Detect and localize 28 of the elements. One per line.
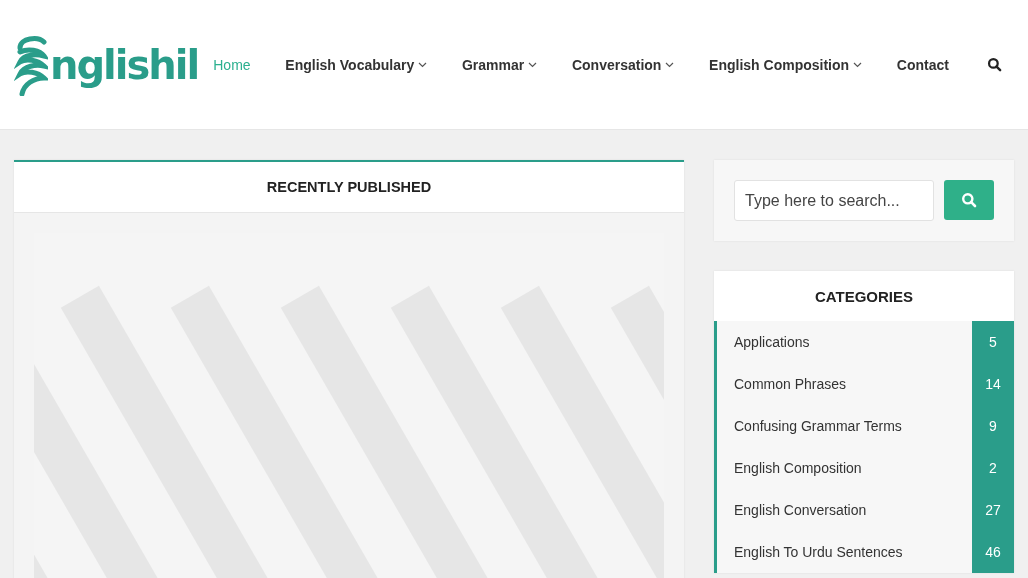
widget-heading: CATEGORIES (813, 286, 915, 307)
logo-icon (14, 33, 48, 96)
post-count: 27 (972, 489, 1014, 531)
nav-link[interactable]: English Composition (709, 56, 863, 73)
nav-link[interactable]: Contact (896, 56, 949, 73)
category-link[interactable]: Applications (717, 321, 972, 363)
post-count: 2 (972, 447, 1014, 489)
nav-link[interactable]: Grammar (461, 56, 538, 73)
post-count: 14 (972, 363, 1014, 405)
search-icon[interactable] (987, 57, 1002, 72)
nav-link[interactable]: English Vocabulary (285, 56, 428, 73)
category-link[interactable]: Confusing Grammar Terms (717, 405, 972, 447)
caret-icon (665, 61, 675, 68)
caret-icon (853, 61, 863, 68)
category-link[interactable]: English To Urdu Sentences (717, 531, 972, 573)
search-icon (961, 192, 977, 208)
category-link[interactable]: English Composition (717, 447, 972, 489)
search-field[interactable]: Type here to search... (734, 180, 934, 221)
category-link[interactable]: Common Phrases (717, 363, 972, 405)
category-link[interactable]: English Conversation (717, 489, 972, 531)
post-count: 9 (972, 405, 1014, 447)
post-count: 5 (972, 321, 1014, 363)
post-count: 46 (972, 531, 1014, 573)
caret-icon (528, 61, 538, 68)
caret-icon (418, 61, 428, 68)
search-button[interactable] (944, 180, 994, 220)
nav-link[interactable]: Conversation (571, 56, 675, 73)
section-heading: RECENTLY PUBLISHED (14, 162, 684, 213)
